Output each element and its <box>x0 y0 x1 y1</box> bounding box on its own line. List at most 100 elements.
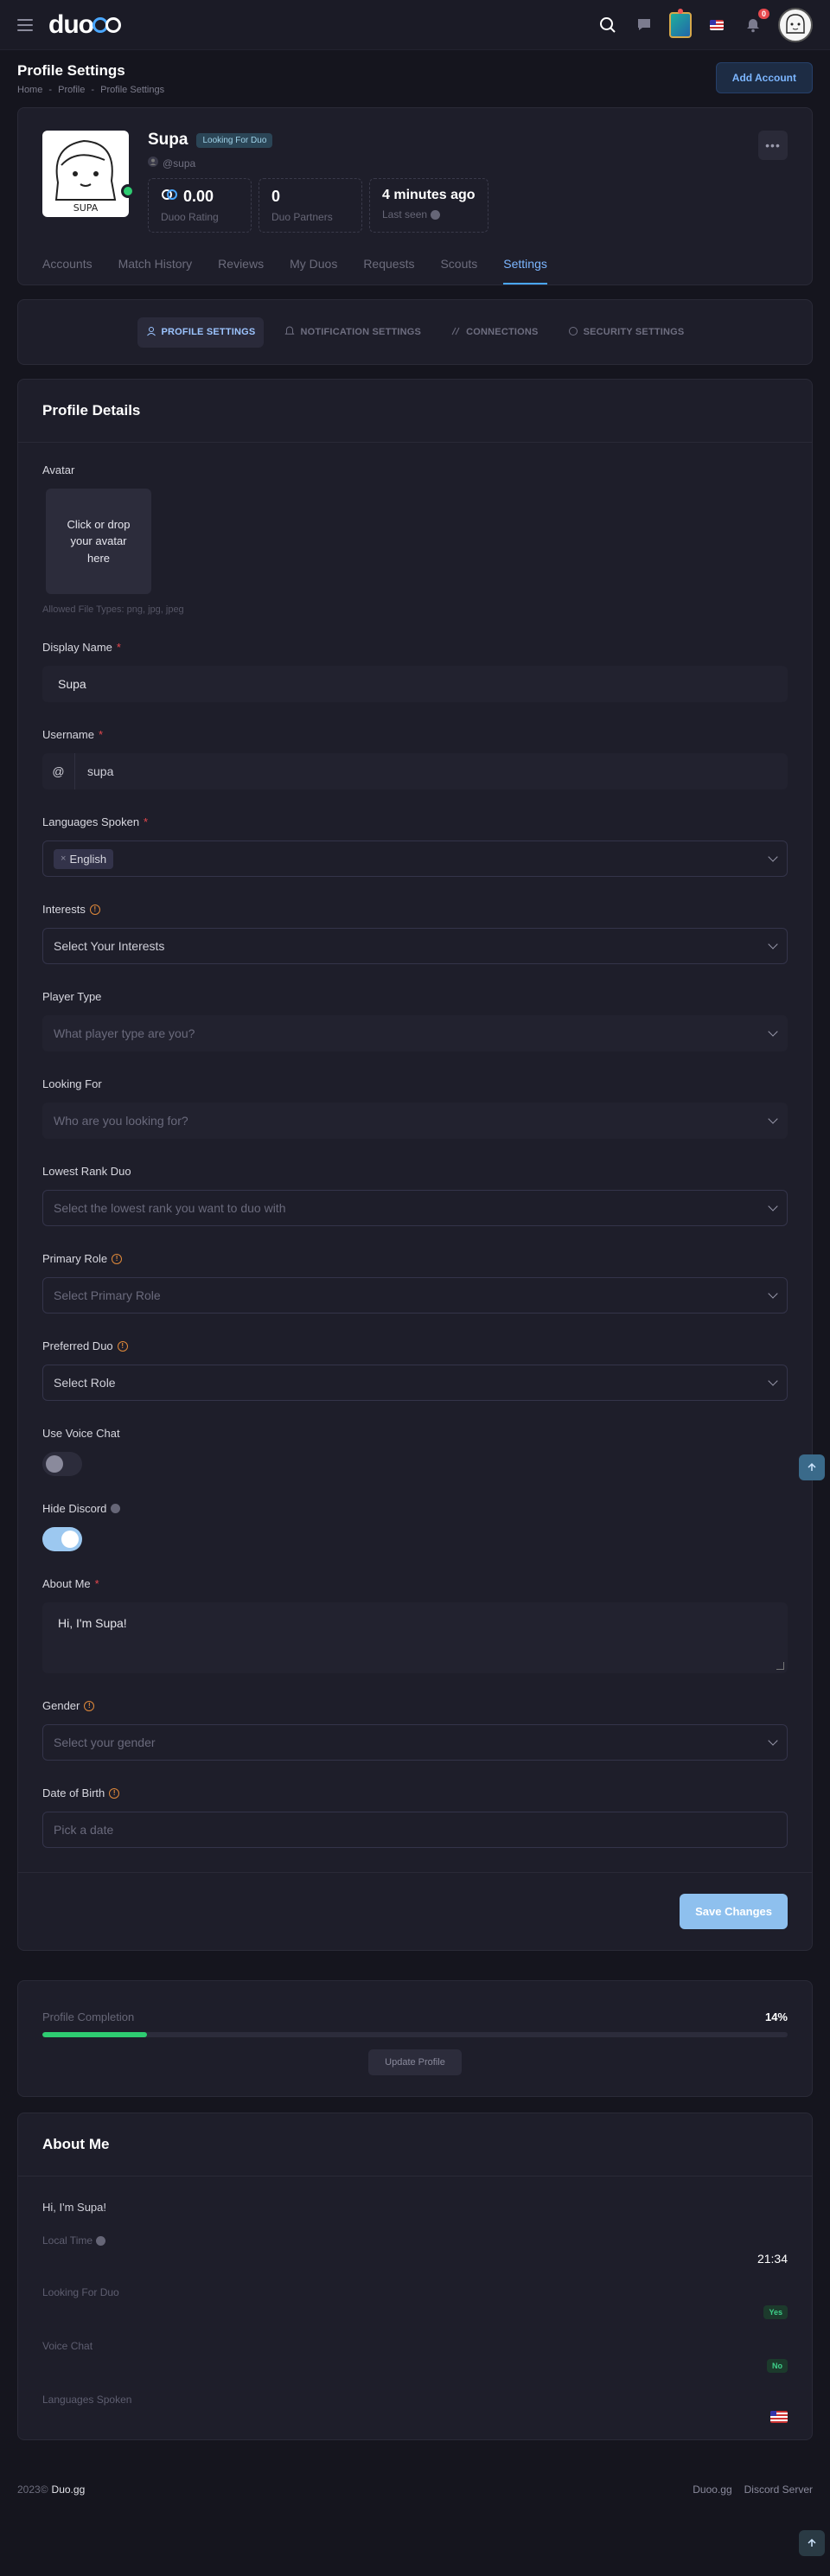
tab-notification-settings[interactable]: NOTIFICATION SETTINGS <box>276 317 430 348</box>
info-icon[interactable] <box>431 209 441 220</box>
shield-icon <box>568 326 578 339</box>
last-seen-stat: 4 minutes ago Last seen <box>369 178 488 233</box>
tab-settings[interactable]: Settings <box>503 257 547 284</box>
hide-discord-label: Hide Discord <box>42 1502 107 1515</box>
voice-chat-toggle[interactable] <box>42 1452 82 1476</box>
tab-label: NOTIFICATION SETTINGS <box>300 327 422 337</box>
tab-requests[interactable]: Requests <box>363 257 414 284</box>
footer-link-discord[interactable]: Discord Server <box>744 2483 813 2496</box>
chip-label: English <box>69 852 107 866</box>
last-seen-label: Last seen <box>382 208 428 221</box>
preferred-duo-select[interactable]: Select Role <box>42 1365 788 1401</box>
footer-brand-link[interactable]: Duo.gg <box>52 2483 86 2496</box>
tab-profile-settings[interactable]: PROFILE SETTINGS <box>137 316 265 348</box>
player-type-select[interactable]: What player type are you? <box>42 1015 788 1051</box>
last-seen-value: 4 minutes ago <box>382 188 476 202</box>
looking-for-duo-label: Looking For Duo <box>42 2286 119 2298</box>
warning-icon: ! <box>112 1253 123 1264</box>
update-profile-button[interactable]: Update Profile <box>368 2049 462 2075</box>
username-input[interactable]: supa <box>75 764 113 778</box>
avatar-hint: Allowed File Types: png, jpg, jpeg <box>42 604 184 615</box>
scroll-top-icon[interactable] <box>799 2530 825 2556</box>
interests-label: Interests <box>42 903 86 916</box>
info-icon[interactable] <box>96 2235 106 2246</box>
username-field[interactable]: @ supa <box>42 753 788 789</box>
about-title: About Me <box>18 2113 812 2176</box>
interests-select[interactable]: Select Your Interests <box>42 928 788 964</box>
display-name-label: Display Name <box>42 641 112 654</box>
gender-select[interactable]: Select your gender <box>42 1724 788 1761</box>
user-icon <box>148 157 158 169</box>
lowest-rank-placeholder: Select the lowest rank you want to duo w… <box>54 1201 286 1215</box>
required-marker: * <box>94 1577 99 1590</box>
lowest-rank-select[interactable]: Select the lowest rank you want to duo w… <box>42 1190 788 1226</box>
completion-percent: 14% <box>764 2010 788 2023</box>
tab-reviews[interactable]: Reviews <box>218 257 264 284</box>
hide-discord-toggle[interactable] <box>42 1527 82 1551</box>
footer-year: 2023© <box>17 2483 48 2496</box>
search-icon[interactable] <box>597 14 619 36</box>
display-name-input[interactable]: Supa <box>42 666 788 702</box>
tab-label: CONNECTIONS <box>466 327 539 337</box>
required-marker: * <box>144 815 149 828</box>
tab-scouts[interactable]: Scouts <box>440 257 477 284</box>
more-options-button[interactable]: ••• <box>758 131 788 160</box>
dob-input[interactable]: Pick a date <box>42 1812 788 1848</box>
tab-label: SECURITY SETTINGS <box>583 327 685 337</box>
user-avatar[interactable] <box>778 7 813 42</box>
logo[interactable]: duo <box>48 10 121 40</box>
remove-chip-icon[interactable]: × <box>61 853 66 864</box>
language-chip[interactable]: × English <box>54 848 114 869</box>
user-icon <box>146 326 156 339</box>
warning-icon: ! <box>89 904 100 915</box>
player-type-placeholder: What player type are you? <box>54 1026 195 1040</box>
voice-chat-about-label: Voice Chat <box>42 2340 93 2352</box>
chevron-down-icon <box>768 1376 778 1386</box>
breadcrumb-profile[interactable]: Profile <box>58 85 85 95</box>
chevron-down-icon <box>768 1201 778 1211</box>
bell-icon <box>284 325 296 339</box>
rating-value: 0.00 <box>183 188 214 205</box>
languages-about-label: Languages Spoken <box>42 2394 132 2406</box>
scroll-top-icon[interactable] <box>799 1454 825 1480</box>
menu-icon[interactable] <box>17 15 38 35</box>
looking-for-select[interactable]: Who are you looking for? <box>42 1103 788 1139</box>
primary-role-select[interactable]: Select Primary Role <box>42 1277 788 1314</box>
tab-match-history[interactable]: Match History <box>118 257 193 284</box>
chevron-down-icon <box>768 1288 778 1299</box>
profile-card: SUPA Supa Looking For Duo @supa 0.00 Duo… <box>17 107 813 285</box>
avatar-label: Avatar <box>42 463 75 476</box>
logo-text: duo <box>48 10 94 39</box>
chevron-down-icon <box>768 1114 778 1124</box>
looking-for-label: Looking For <box>42 1077 102 1090</box>
chat-icon[interactable] <box>633 14 655 36</box>
breadcrumb-home[interactable]: Home <box>17 85 42 95</box>
tab-security-settings[interactable]: SECURITY SETTINGS <box>559 317 693 348</box>
about-me-label: About Me <box>42 1577 91 1590</box>
save-changes-button[interactable]: Save Changes <box>680 1894 788 1929</box>
languages-select[interactable]: × English <box>42 841 788 877</box>
tab-accounts[interactable]: Accounts <box>42 257 93 284</box>
avatar-dropzone[interactable]: Click or drop your avatar here <box>46 489 151 594</box>
chevron-down-icon <box>768 939 778 949</box>
preferred-duo-label: Preferred Duo <box>42 1339 113 1352</box>
game-icon[interactable] <box>669 8 692 38</box>
footer-link-duoo[interactable]: Duoo.gg <box>693 2483 731 2496</box>
info-icon[interactable] <box>111 1504 121 1513</box>
tab-my-duos[interactable]: My Duos <box>290 257 337 284</box>
gender-label: Gender <box>42 1699 80 1712</box>
add-account-button[interactable]: Add Account <box>715 62 813 93</box>
settings-tabs: PROFILE SETTINGS NOTIFICATION SETTINGS C… <box>17 299 813 365</box>
breadcrumb-current: Profile Settings <box>100 85 165 95</box>
at-prefix: @ <box>42 753 75 789</box>
about-me-textarea[interactable]: Hi, I'm Supa! <box>42 1602 788 1673</box>
notification-bell-icon[interactable]: 0 <box>742 8 769 36</box>
tab-connections[interactable]: CONNECTIONS <box>442 317 546 348</box>
language-flag-icon[interactable] <box>706 14 728 36</box>
profile-handle: @supa <box>163 157 196 169</box>
page-title: Profile Settings <box>17 62 125 79</box>
rating-label: Duoo Rating <box>161 211 219 223</box>
footer: 2023© Duo.gg Duoo.gg Discord Server <box>0 2459 830 2520</box>
voice-chat-badge: No <box>767 2359 788 2373</box>
chevron-down-icon <box>768 1735 778 1746</box>
